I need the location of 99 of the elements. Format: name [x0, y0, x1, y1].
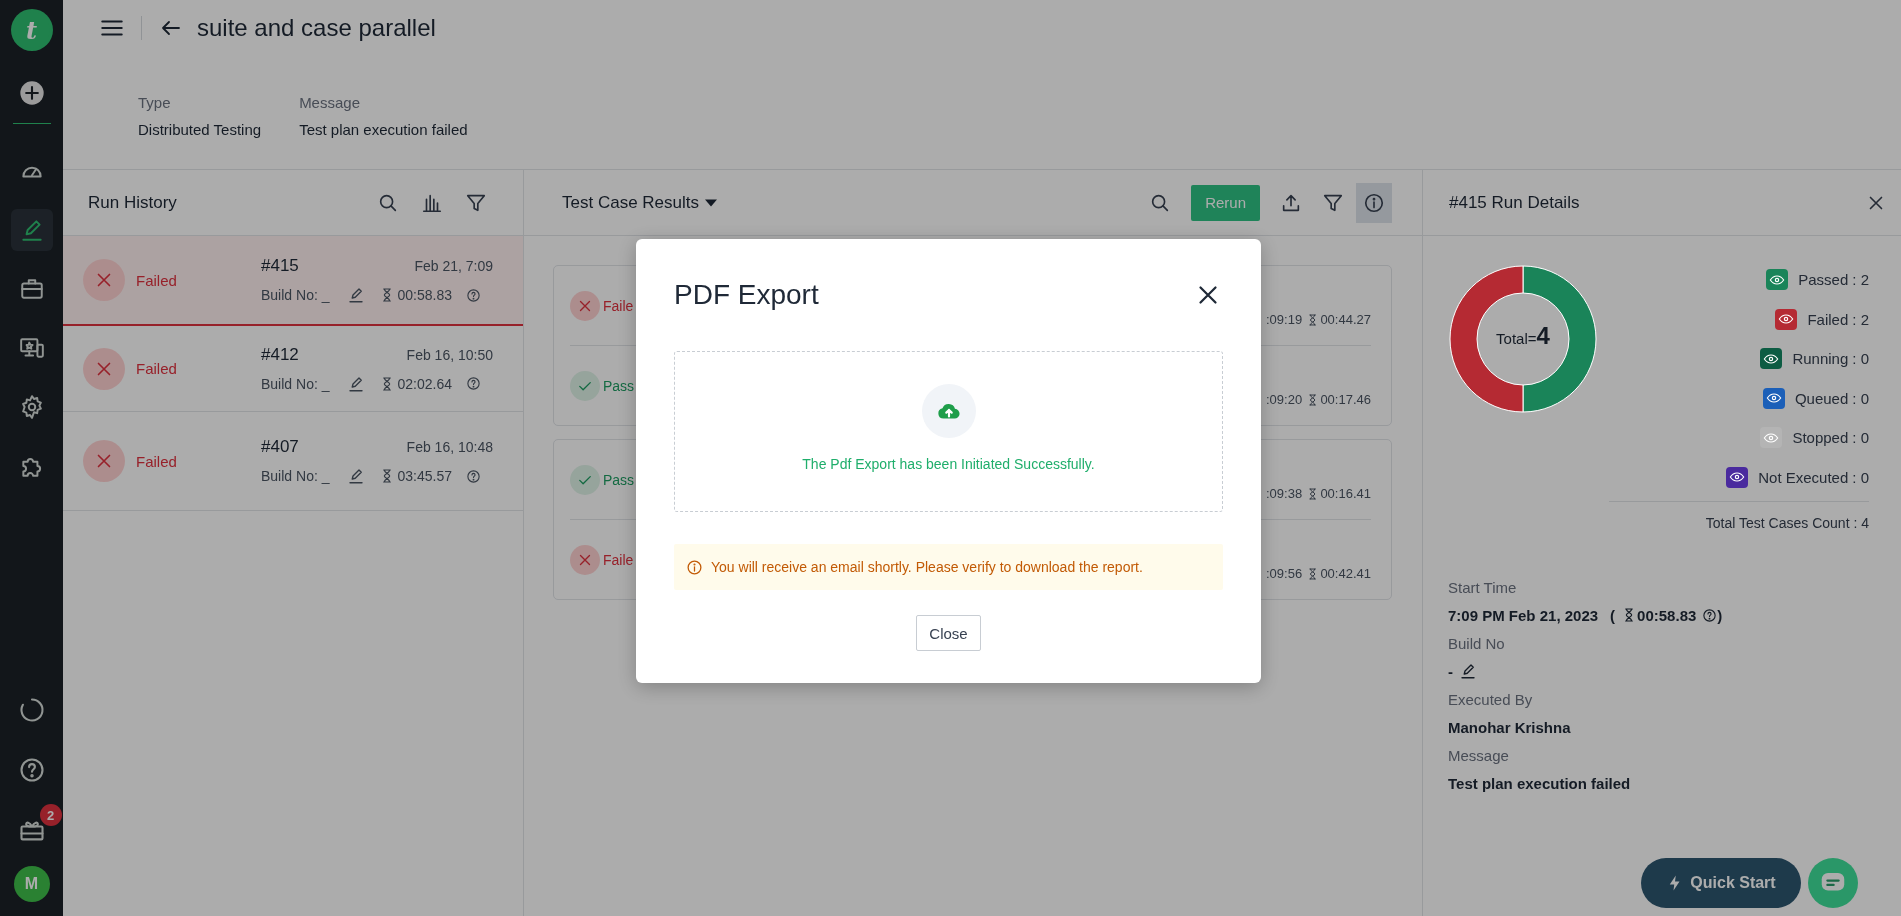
- legend-count: : 0: [1852, 350, 1869, 368]
- pencil-icon[interactable]: [347, 467, 366, 485]
- close-button[interactable]: Close: [916, 615, 981, 651]
- run-time: :09:20: [1266, 392, 1303, 407]
- status-label: Faile: [603, 551, 634, 568]
- legend-swatch[interactable]: [1766, 269, 1789, 291]
- cross-icon: [83, 440, 125, 482]
- notification-badge: 2: [39, 804, 62, 826]
- info-icon: [1363, 191, 1385, 214]
- legend-count: : 0: [1852, 389, 1869, 407]
- field-value: Manohar Krishna: [1448, 718, 1571, 736]
- check-icon: [570, 370, 600, 401]
- legend-swatch[interactable]: [1762, 387, 1785, 409]
- modal-title: PDF Export: [674, 279, 819, 311]
- legend-label: Not Executed: [1758, 468, 1849, 486]
- run-number: #415: [261, 256, 299, 276]
- panel-title: Run History: [88, 192, 177, 213]
- results-dropdown[interactable]: Test Case Results: [562, 192, 717, 213]
- legend-swatch[interactable]: [1775, 308, 1798, 330]
- total-label: Total=: [1496, 330, 1537, 347]
- legend-swatch[interactable]: [1726, 466, 1749, 488]
- run-item[interactable]: Failed #407 Feb 16, 10:48 Build No: _ 03:45.57: [63, 412, 523, 511]
- panel-title: #415 Run Details: [1449, 192, 1580, 213]
- pencil-icon[interactable]: [1459, 662, 1477, 680]
- field-value: -: [1448, 662, 1453, 680]
- legend-label: Failed: [1807, 310, 1849, 328]
- legend-count: : 0: [1852, 468, 1869, 486]
- legend-count: : 2: [1852, 310, 1869, 328]
- duration: 00:58.83: [397, 287, 452, 303]
- field-label: Executed By: [1448, 691, 1534, 708]
- legend-swatch[interactable]: [1760, 348, 1783, 370]
- duration: 00:16.41: [1320, 486, 1371, 501]
- duration: 00:44.27: [1320, 312, 1371, 327]
- bracket: (: [1610, 606, 1616, 624]
- info-icon: [686, 558, 703, 576]
- status-label: Pass: [603, 377, 635, 394]
- build-label: Build No: _: [261, 287, 330, 303]
- legend-count: : 0: [1852, 429, 1869, 447]
- run-number: #407: [261, 437, 299, 457]
- help-icon[interactable]: [17, 756, 46, 784]
- monitor-icon: [18, 335, 45, 361]
- field-label: Message: [1448, 747, 1510, 764]
- help-icon: [1702, 607, 1718, 623]
- field-value: 7:09 PM Feb 21, 2023: [1448, 606, 1599, 624]
- legend-count: : 2: [1852, 271, 1869, 289]
- build-label: Build No: _: [261, 375, 330, 392]
- status-label: Pass: [603, 471, 635, 488]
- help-icon: [466, 287, 481, 303]
- notice-text: You will receive an email shortly. Please verify to download the report.: [711, 559, 1143, 575]
- duration: 00:17.46: [1320, 392, 1371, 407]
- add-icon[interactable]: [17, 79, 46, 107]
- briefcase-icon: [18, 276, 45, 302]
- nav-item[interactable]: [10, 209, 53, 251]
- total-count: Total Test Cases Count : 4: [1609, 501, 1869, 531]
- status-label: Failed: [136, 360, 177, 377]
- status-label: Failed: [136, 452, 177, 470]
- meta-label: Type: [138, 94, 172, 111]
- status-label: Failed: [136, 271, 177, 289]
- bracket: ): [1717, 606, 1723, 624]
- total-value: 4: [1536, 322, 1550, 350]
- legend-label: Running: [1792, 350, 1849, 368]
- success-message: The Pdf Export has been Initiated Successfully.: [802, 455, 1095, 472]
- legend-swatch[interactable]: [1760, 427, 1783, 449]
- duration: 00:42.41: [1320, 566, 1371, 581]
- loader-icon[interactable]: [17, 696, 46, 724]
- page-title: suite and case parallel: [197, 14, 436, 42]
- run-number: #412: [261, 344, 299, 365]
- duration: 02:02.64: [397, 375, 452, 392]
- cross-icon: [570, 290, 600, 321]
- quick-start-button[interactable]: Quick Start: [1641, 858, 1801, 908]
- info-button[interactable]: [1356, 182, 1392, 223]
- pencil-icon[interactable]: [347, 286, 366, 304]
- cross-icon: [83, 347, 125, 390]
- cross-icon: [83, 259, 125, 301]
- run-time: :09:38: [1266, 486, 1303, 501]
- run-date: Feb 16, 10:48: [406, 439, 493, 455]
- legend-label: Stopped: [1792, 429, 1849, 447]
- legend-label: Queued: [1794, 389, 1849, 407]
- build-label: Build No: _: [261, 468, 330, 484]
- duration: 00:58.83: [1637, 606, 1697, 624]
- check-icon: [570, 464, 600, 495]
- help-icon: [466, 376, 481, 391]
- run-item[interactable]: Failed #415 Feb 21, 7:09 Build No: _ 00:58.83: [63, 236, 523, 326]
- cross-icon: [570, 544, 600, 575]
- legend-label: Passed: [1798, 271, 1849, 289]
- run-time: :09:56: [1266, 566, 1303, 581]
- help-icon: [466, 468, 481, 484]
- meta-value: Test plan execution failed: [299, 121, 468, 138]
- meta-label: Message: [299, 94, 361, 111]
- field-value: Test plan execution failed: [1448, 774, 1631, 792]
- field-label: Start Time: [1448, 579, 1518, 596]
- status-label: Faile: [603, 297, 634, 314]
- run-date: Feb 21, 7:09: [414, 258, 493, 274]
- run-item[interactable]: Failed #412 Feb 16, 10:50 Build No: _ 02:02.64: [63, 326, 523, 412]
- field-label: Build No: [1448, 635, 1506, 652]
- duration: 03:45.57: [397, 468, 452, 484]
- run-time: :09:19: [1266, 312, 1303, 327]
- meta-value: Distributed Testing: [138, 121, 262, 138]
- run-date: Feb 16, 10:50: [406, 346, 493, 363]
